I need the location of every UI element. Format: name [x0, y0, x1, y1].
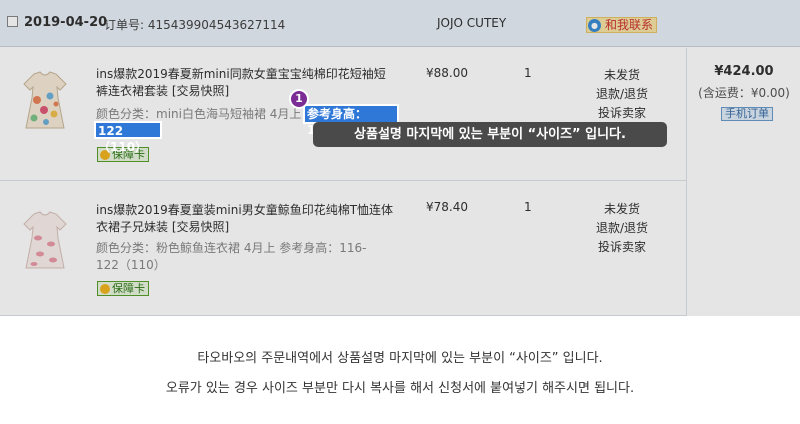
product-thumbnail[interactable] [20, 70, 70, 132]
status-not-shipped: 未发货 [603, 202, 640, 216]
order-select-checkbox[interactable] [7, 16, 18, 27]
order-date: 2019-04-20 [24, 15, 108, 30]
order-header: 2019-04-20 订单号: 415439904543627114 JOJO … [0, 0, 800, 47]
shipping-fee: (含运费：¥0.00) [698, 86, 790, 100]
item-price: ¥78.40 [426, 200, 468, 214]
contact-seller-label: 和我联系 [605, 18, 654, 32]
size-text-highlight: 参考身高：116- [303, 104, 399, 137]
caption-line: 타오바오의 주문내역에서 상품설명 마지막에 있는 부분이 “사이즈” 입니다. [197, 351, 603, 366]
item-status-actions: 未发货 退款/退货 投诉卖家 [592, 66, 652, 123]
item-quantity: 1 [524, 200, 532, 214]
refund-return-link[interactable]: 退款/退货 [592, 219, 652, 238]
order-total-column: ¥424.00 (含运费：¥0.00) 手机订单 [686, 48, 800, 316]
warranty-icon [100, 284, 110, 294]
product-title-link[interactable]: ins爆款2019春夏新mini同款女童宝宝纯棉印花短袖短裤连衣裙套装 [交易快… [96, 66, 396, 100]
complain-seller-link[interactable]: 投诉卖家 [592, 238, 652, 257]
item-status-actions: 未发货 退款/退货 投诉卖家 [592, 200, 652, 257]
item-price: ¥88.00 [426, 66, 468, 80]
product-attributes: 颜色分类：粉色鲸鱼连衣裙 4月上 参考身高：116-122（110） [96, 241, 367, 272]
step-number-badge: 1 [289, 89, 309, 109]
warranty-label: 保障卡 [112, 282, 145, 295]
taobao-order-screenshot: 2019-04-20 订单号: 415439904543627114 JOJO … [0, 0, 800, 316]
order-total-amount: ¥424.00 [714, 64, 774, 79]
size-text-highlight: 122（110） [94, 121, 162, 154]
shop-name[interactable]: JOJO CUTEY [437, 16, 506, 30]
status-not-shipped: 未发货 [603, 68, 640, 82]
order-number: 订单号: 415439904543627114 [104, 18, 286, 32]
product-title-link[interactable]: ins爆款2019春夏童装mini男女童鲸鱼印花纯棉T恤连体衣裙子兄妹装 [交易… [96, 202, 396, 236]
annotation-tooltip: 상품설명 마지막에 있는 부분이 “사이즈” 입니다. [313, 122, 667, 147]
chat-icon: ● [588, 19, 601, 32]
mobile-order-tag: 手机订单 [721, 107, 773, 121]
complain-seller-link[interactable]: 投诉卖家 [592, 104, 652, 123]
refund-return-link[interactable]: 退款/退货 [592, 85, 652, 104]
warranty-card-badge[interactable]: 保障卡 [97, 281, 149, 296]
item-quantity: 1 [524, 66, 532, 80]
order-item-row: ins爆款2019春夏童装mini男女童鲸鱼印花纯棉T恤连体衣裙子兄妹装 [交易… [0, 182, 686, 316]
contact-seller-button[interactable]: ● 和我联系 [586, 17, 658, 33]
product-thumbnail[interactable] [20, 210, 70, 272]
instruction-caption: 타오바오의 주문내역에서 상품설명 마지막에 있는 부분이 “사이즈” 입니다.… [0, 316, 800, 424]
caption-line: 오류가 있는 경우 사이즈 부분만 다시 복사를 해서 신청서에 붙여넣기 해주… [165, 381, 635, 396]
